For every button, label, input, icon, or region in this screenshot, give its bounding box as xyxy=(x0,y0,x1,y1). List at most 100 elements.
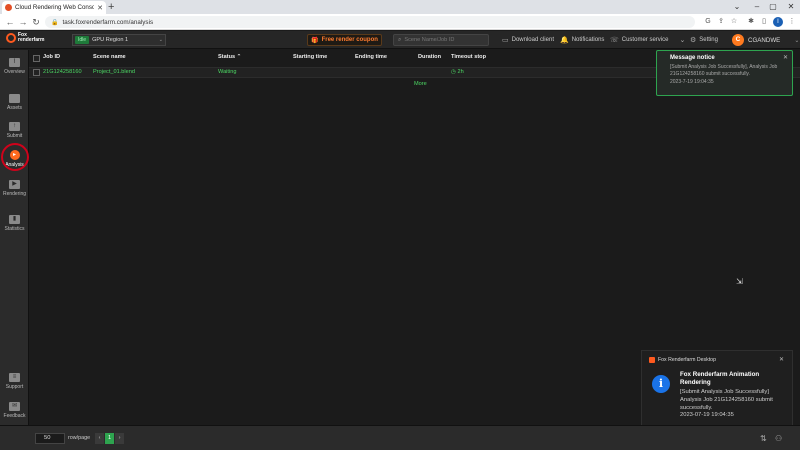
share-icon[interactable]: ⇪ xyxy=(716,17,726,27)
col-duration[interactable]: Duration xyxy=(418,54,441,60)
col-scene-name[interactable]: Scene name xyxy=(93,54,126,60)
col-ending-time[interactable]: Ending time xyxy=(355,54,387,60)
free-coupon-button[interactable]: 🎁 Free render coupon xyxy=(307,34,382,46)
sidebar-item-support[interactable]: ≡ Support xyxy=(0,373,29,390)
sidebar: ⌇ Overview Assets ↑ Submit ▸ Analysis ▶ … xyxy=(0,50,29,425)
search-input[interactable] xyxy=(404,37,484,43)
upload-icon: ↑ xyxy=(9,122,20,131)
col-timeout-stop[interactable]: Timeout stop xyxy=(451,54,486,60)
timeout-cell[interactable]: ◷ 2h xyxy=(451,69,464,75)
region-name: GPU Region 1 xyxy=(92,37,129,43)
notifications-link[interactable]: 🔔 Notifications xyxy=(560,35,604,45)
sidebar-item-assets[interactable]: Assets xyxy=(0,94,29,111)
region-select[interactable]: Idle GPU Region 1 ⌄ xyxy=(72,34,166,46)
sidebar-item-feedback[interactable]: ✉ Feedback xyxy=(0,402,29,419)
bell-icon: 🔔 xyxy=(560,37,569,44)
setting-link[interactable]: ⚙ Setting xyxy=(690,35,718,45)
sidebar-item-statistics[interactable]: ▮ Statistics xyxy=(0,215,29,232)
monitor-icon: ▭ xyxy=(502,37,509,44)
notice-date: 2023-7-19 19:04:35 xyxy=(670,79,714,85)
browser-tab-title: Cloud Rendering Web Console - xyxy=(15,4,95,11)
sidebar-item-label: Assets xyxy=(6,105,22,111)
pager: ‹ 1 › xyxy=(95,433,124,444)
close-icon[interactable]: ✕ xyxy=(783,54,788,61)
rows-per-page-label: row/page xyxy=(68,435,91,441)
info-icon: i xyxy=(652,375,670,393)
brand-logo[interactable]: Fox renderfarm xyxy=(6,33,44,43)
pagination-bar: 50 row/page ‹ 1 › ⇅ ⚇ xyxy=(0,425,800,450)
minimize-button[interactable]: – xyxy=(750,0,764,14)
more-link[interactable]: More xyxy=(414,81,427,87)
app-icon xyxy=(649,357,655,363)
profile-avatar[interactable]: I xyxy=(773,17,783,27)
chevron-down-icon: ⌄ xyxy=(158,37,163,43)
scene-name-cell[interactable]: Project_01.blend xyxy=(93,69,135,75)
sidepanel-icon[interactable]: ▯ xyxy=(759,17,769,27)
sidebar-item-overview[interactable]: ⌇ Overview xyxy=(0,58,29,75)
chevron-down-icon: ⌄ xyxy=(794,37,800,44)
gear-icon: ⚙ xyxy=(690,37,697,44)
bar-chart-icon: ▮ xyxy=(9,215,20,224)
col-job-id[interactable]: Job ID xyxy=(43,54,60,60)
address-bar[interactable]: 🔒 task.foxrenderfarm.com/analysis xyxy=(45,16,695,28)
coupon-label: Free render coupon xyxy=(321,37,378,43)
sidebar-item-rendering[interactable]: ▶ Rendering xyxy=(0,180,29,197)
prev-page-button[interactable]: ‹ xyxy=(95,433,104,444)
sidebar-item-label: Support xyxy=(5,384,24,390)
tab-search-icon[interactable]: ⌄ xyxy=(730,0,744,14)
col-starting-time[interactable]: Starting time xyxy=(293,54,327,60)
toast-time: 2023-07-19 19:04:35 xyxy=(680,412,734,418)
sidebar-item-label: Rendering xyxy=(2,191,27,197)
play-icon: ▶ xyxy=(9,180,20,189)
page-number-button[interactable]: 1 xyxy=(105,433,114,444)
sort-icon: ⌃ xyxy=(236,54,242,60)
bookmark-icon[interactable]: ☆ xyxy=(729,17,739,27)
reload-button[interactable]: ↻ xyxy=(30,16,42,28)
status-cell: Waiting xyxy=(218,69,237,75)
maximize-button[interactable]: ▢ xyxy=(766,0,780,14)
gift-icon: 🎁 xyxy=(311,37,319,44)
extensions-icon[interactable]: ✱ xyxy=(746,17,756,27)
search-box[interactable]: ⌕ xyxy=(393,34,489,46)
next-page-button[interactable]: › xyxy=(115,433,124,444)
desktop-toast[interactable]: Fox Renderfarm Desktop ✕ i Fox Renderfar… xyxy=(641,350,793,427)
job-id-cell[interactable]: 21G124258160 xyxy=(43,69,82,75)
clock-icon: ◷ xyxy=(451,69,456,75)
select-all-checkbox[interactable] xyxy=(33,55,40,62)
mouse-cursor: ⇲ xyxy=(736,277,743,286)
logo-line2: renderfarm xyxy=(18,37,45,43)
sidebar-item-label: Overview xyxy=(4,69,25,75)
customer-service-label: Customer service xyxy=(621,37,669,43)
browser-tab[interactable]: Cloud Rendering Web Console - ✕ xyxy=(2,1,106,14)
message-notice: Message notice [Submit Analysis Job Succ… xyxy=(656,50,793,96)
app-header: Fox renderfarm Idle GPU Region 1 ⌄ 🎁 Fre… xyxy=(0,31,800,49)
toast-app-name: Fox Renderfarm Desktop xyxy=(658,357,716,363)
transfer-icon[interactable]: ⇅ xyxy=(760,434,767,443)
region-status-badge: Idle xyxy=(75,36,90,44)
close-tab-icon[interactable]: ✕ xyxy=(97,4,103,12)
row-checkbox[interactable] xyxy=(33,69,40,76)
menu-icon[interactable]: ⋮ xyxy=(787,17,797,27)
notice-title: Message notice xyxy=(670,55,715,61)
search-icon: ⌕ xyxy=(398,36,402,43)
document-icon: ≡ xyxy=(9,373,20,382)
forward-button[interactable]: → xyxy=(17,16,29,28)
download-client-link[interactable]: ▭ Download client xyxy=(502,35,554,45)
customer-service-link[interactable]: ☏ Customer service ⌄ xyxy=(610,35,685,45)
sidebar-item-submit[interactable]: ↑ Submit xyxy=(0,122,29,139)
setting-label: Setting xyxy=(699,37,718,43)
chart-icon: ⌇ xyxy=(9,58,20,67)
close-icon[interactable]: ✕ xyxy=(779,356,784,363)
url-text: task.foxrenderfarm.com/analysis xyxy=(62,18,154,26)
rows-per-page-input[interactable]: 50 xyxy=(35,433,65,444)
avatar: C xyxy=(732,34,744,46)
new-tab-button[interactable]: + xyxy=(108,0,114,14)
close-window-button[interactable]: ✕ xyxy=(784,0,798,14)
user-menu[interactable]: C CGANDWE ⌄ xyxy=(732,34,799,46)
download-client-label: Download client xyxy=(511,37,554,43)
google-icon[interactable]: G xyxy=(703,17,713,27)
network-icon[interactable]: ⚇ xyxy=(775,434,782,443)
col-status[interactable]: Status ⌃ xyxy=(218,54,241,60)
back-button[interactable]: ← xyxy=(4,16,16,28)
browser-toolbar: ← → ↻ 🔒 task.foxrenderfarm.com/analysis … xyxy=(0,14,800,30)
